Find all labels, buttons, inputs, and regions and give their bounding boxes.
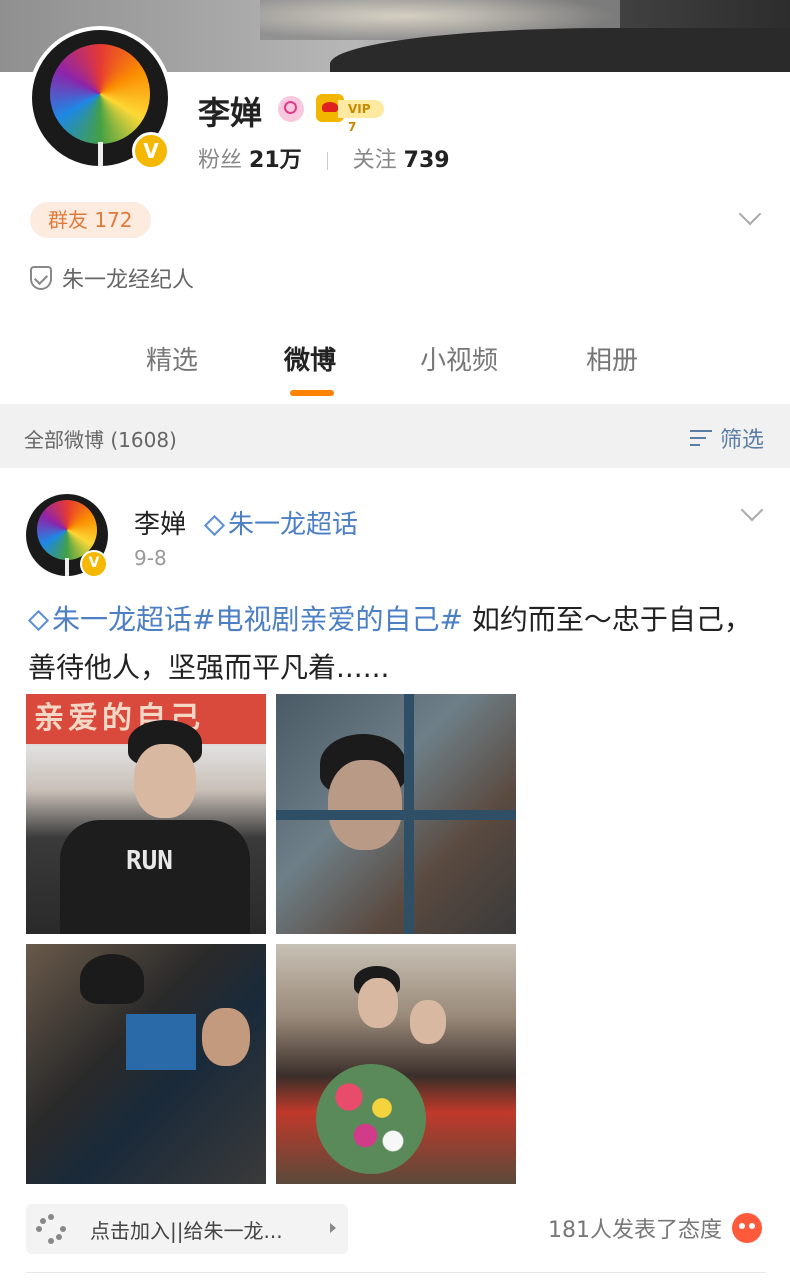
join-group-text: 点击加入||给朱一龙...: [90, 1218, 283, 1243]
chevron-down-icon[interactable]: [738, 202, 762, 226]
angry-emoji-icon: [732, 1213, 762, 1243]
reaction-summary[interactable]: 181人发表了态度: [548, 1212, 762, 1244]
following-label: 关注: [352, 148, 397, 173]
photo-person-hair: [80, 954, 144, 1004]
sparkle-icon: [26, 1204, 76, 1254]
shirt-print-text: RUN: [126, 846, 173, 876]
following-count[interactable]: 739: [404, 148, 450, 173]
fans-count[interactable]: 21万: [249, 148, 302, 173]
verified-badge-icon: V: [132, 132, 170, 170]
window-frame-horizontal: [276, 810, 516, 820]
tab-featured[interactable]: 精选: [146, 340, 198, 377]
lollipop-graphic: [50, 44, 150, 144]
post-super-topic-inline[interactable]: 朱一龙超话: [28, 603, 192, 636]
photo-person-face-2: [410, 1000, 446, 1044]
filter-button[interactable]: 筛选: [689, 422, 764, 454]
post-photo-4[interactable]: [276, 944, 516, 1184]
shield-check-icon: [30, 266, 52, 290]
tab-short-video[interactable]: 小视频: [420, 340, 498, 377]
diamond-icon: [28, 614, 46, 628]
reaction-count-text: 181人发表了态度: [548, 1218, 722, 1243]
profile-name: 李婵: [198, 94, 263, 132]
super-topic-label: 朱一龙超话: [228, 510, 359, 540]
photo-person-face: [134, 744, 196, 818]
post-body-text: 朱一龙超话#电视剧亲爱的自己# 如约而至～忠于自己，善待他人，坚强而平凡着...…: [28, 596, 768, 692]
certification-text: 朱一龙经纪人: [62, 268, 195, 293]
lollipop-stick: [98, 142, 103, 166]
fans-label: 粉丝: [198, 148, 243, 173]
post-menu-chevron-icon[interactable]: [740, 498, 764, 522]
filter-label: 筛选: [719, 428, 764, 453]
post-verified-badge-icon: V: [80, 550, 108, 578]
tab-weibo[interactable]: 微博: [284, 340, 336, 377]
post-super-topic-link[interactable]: 朱一龙超话: [204, 504, 358, 541]
flower-bouquet: [316, 1064, 426, 1174]
photo-person-face: [328, 760, 402, 850]
post-author-name[interactable]: 李婵: [134, 504, 186, 541]
tab-album[interactable]: 相册: [586, 340, 638, 377]
diamond-icon: [204, 519, 222, 533]
filter-bar: 全部微博 (1608) 筛选: [0, 404, 790, 468]
post-photo-grid: 亲爱的自己 RUN: [26, 694, 516, 1184]
filter-icon: [689, 428, 714, 448]
post-hashtag[interactable]: #电视剧亲爱的自己#: [192, 603, 463, 636]
photo-person-face: [358, 978, 398, 1028]
profile-stats: 粉丝 21万 关注 739: [198, 142, 450, 174]
certification-row: 朱一龙经纪人: [30, 262, 194, 294]
monitor-screen: [126, 1014, 196, 1070]
active-tab-indicator: [290, 390, 334, 396]
search-badge-icon[interactable]: [278, 96, 304, 122]
post-photo-2[interactable]: [276, 694, 516, 934]
profile-tabs: 精选 微博 小视频 相册: [0, 340, 790, 400]
vip-badge[interactable]: VIP 7: [316, 94, 384, 134]
chevron-right-icon: [330, 1223, 336, 1233]
join-group-chip[interactable]: 点击加入||给朱一龙...: [26, 1204, 348, 1254]
photo-person-shirt: RUN: [60, 820, 250, 934]
post-date: 9-8: [134, 546, 167, 570]
lollipop-stick: [65, 558, 69, 576]
all-posts-count: 全部微博 (1608): [24, 428, 177, 452]
post-photo-3[interactable]: [26, 944, 266, 1184]
post-photo-1[interactable]: 亲爱的自己 RUN: [26, 694, 266, 934]
vip-level-label: VIP 7: [338, 100, 384, 134]
group-friend-pill[interactable]: 群友 172: [30, 202, 151, 238]
photo-person-face: [202, 1008, 250, 1066]
post-divider: [26, 1272, 766, 1273]
stats-divider: [326, 152, 328, 170]
